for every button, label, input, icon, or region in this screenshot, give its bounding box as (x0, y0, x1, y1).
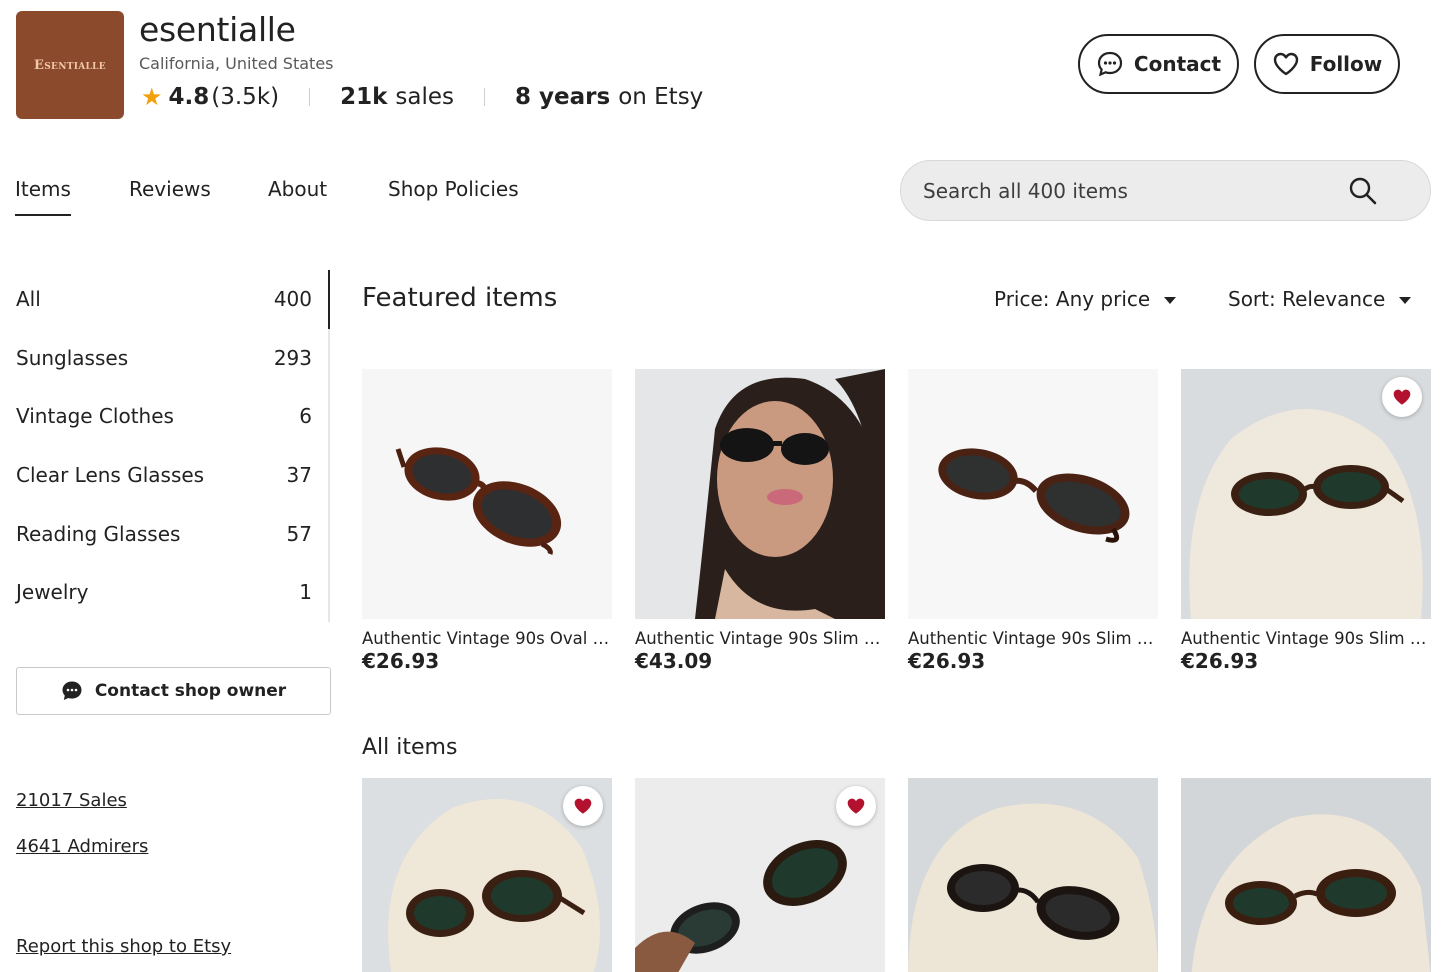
listing-image[interactable] (635, 369, 885, 619)
category-list: All 400 Sunglasses 293 Vintage Clothes 6… (16, 270, 330, 622)
listing-image[interactable] (908, 369, 1158, 619)
heart-outline-icon (1273, 52, 1298, 76)
category-sunglasses[interactable]: Sunglasses 293 (16, 329, 328, 388)
listing-title[interactable]: Authentic Vintage 90s Slim T... (1181, 629, 1431, 648)
admirers-link[interactable]: 4641 Admirers (16, 836, 148, 857)
listing-image[interactable] (362, 778, 612, 972)
listing-image[interactable] (908, 778, 1158, 972)
category-label: Vintage Clothes (16, 404, 174, 429)
listing-title[interactable]: Authentic Vintage 90s Slim B... (635, 629, 885, 648)
category-label: Jewelry (16, 580, 89, 605)
listing-card[interactable]: Authentic Vintage 90s Slim B... €43.09 (635, 369, 885, 673)
price-filter-dropdown[interactable]: Price: Any price (994, 287, 1177, 311)
listing-card[interactable]: Authentic Vintage 90s Slim T... €26.93 (908, 369, 1158, 673)
heart-filled-icon (1393, 389, 1411, 405)
category-vintage-clothes[interactable]: Vintage Clothes 6 (16, 387, 328, 446)
sort-label: Sort: Relevance (1228, 287, 1386, 311)
shop-name: esentialle (139, 10, 296, 49)
listing-image[interactable] (635, 778, 885, 972)
contact-shop-owner-button[interactable]: Contact shop owner (16, 667, 331, 715)
listing-image[interactable] (1181, 369, 1431, 619)
search-icon[interactable] (1348, 176, 1378, 206)
category-count: 37 (286, 463, 312, 488)
contact-button[interactable]: Contact (1078, 34, 1239, 94)
contact-shop-owner-label: Contact shop owner (94, 681, 287, 701)
favorite-button[interactable] (563, 786, 603, 826)
stats-divider (309, 88, 311, 106)
shop-stats: ★ 4.8 (3.5k) 21k sales 8 years on Etsy (141, 82, 703, 112)
shop-logo[interactable]: Esentialle (16, 11, 124, 119)
shop-logo-text: Esentialle (34, 57, 106, 73)
favorite-button[interactable] (1382, 377, 1422, 417)
price-filter-label: Price: Any price (994, 287, 1151, 311)
rating-value: 4.8 (168, 84, 210, 110)
listing-image[interactable] (1181, 778, 1431, 972)
star-icon: ★ (141, 83, 163, 111)
chat-bubble-icon (62, 681, 82, 700)
listing-card[interactable]: Authentic Vintage 90s Slim T... €26.93 (1181, 369, 1431, 673)
shop-location: California, United States (139, 54, 334, 73)
years-label: on Etsy (618, 84, 704, 110)
listing-image[interactable] (362, 369, 612, 619)
contact-button-label: Contact (1133, 52, 1222, 76)
category-count: 6 (299, 404, 312, 429)
category-clear-lens-glasses[interactable]: Clear Lens Glasses 37 (16, 446, 328, 505)
listing-title[interactable]: Authentic Vintage 90s Oval T... (362, 629, 612, 648)
chat-bubble-icon (1097, 51, 1123, 77)
heart-filled-icon (847, 798, 865, 814)
category-label: All (16, 287, 41, 312)
tab-shop-policies[interactable]: Shop Policies (388, 177, 519, 201)
tab-reviews[interactable]: Reviews (129, 177, 211, 201)
listing-card[interactable] (908, 778, 1158, 972)
category-count: 57 (286, 521, 312, 546)
report-shop-link[interactable]: Report this shop to Etsy (16, 936, 231, 957)
listing-card[interactable]: Authentic Vintage 90s Oval T... €26.93 (362, 369, 612, 673)
category-count: 1 (299, 580, 312, 605)
listing-price: €26.93 (908, 649, 986, 673)
caret-down-icon (1164, 297, 1177, 304)
category-count: 293 (273, 345, 312, 370)
search-bar (900, 160, 1431, 221)
listing-title[interactable]: Authentic Vintage 90s Slim T... (908, 629, 1158, 648)
tab-about[interactable]: About (268, 177, 327, 201)
category-label: Sunglasses (16, 345, 129, 370)
sales-link[interactable]: 21017 Sales (16, 790, 127, 811)
featured-items-heading: Featured items (362, 283, 558, 313)
stats-divider (484, 88, 486, 106)
category-label: Clear Lens Glasses (16, 463, 205, 488)
listing-card[interactable] (362, 778, 612, 972)
listing-card[interactable] (635, 778, 885, 972)
tab-items[interactable]: Items (15, 177, 71, 216)
review-count[interactable]: (3.5k) (211, 84, 279, 110)
listing-card[interactable] (1181, 778, 1431, 972)
search-input[interactable] (923, 178, 1343, 203)
category-label: Reading Glasses (16, 521, 181, 546)
sales-label: sales (395, 84, 455, 110)
category-jewelry[interactable]: Jewelry 1 (16, 563, 328, 622)
category-count: 400 (273, 287, 312, 312)
all-items-heading: All items (362, 735, 458, 760)
follow-button-label: Follow (1309, 52, 1383, 76)
caret-down-icon (1399, 297, 1412, 304)
category-reading-glasses[interactable]: Reading Glasses 57 (16, 504, 328, 563)
favorite-button[interactable] (836, 786, 876, 826)
sales-count: 21k (340, 84, 388, 110)
listing-price: €26.93 (1181, 649, 1259, 673)
heart-filled-icon (574, 798, 592, 814)
listing-price: €26.93 (362, 649, 440, 673)
years-count: 8 years (515, 84, 611, 110)
category-all[interactable]: All 400 (16, 270, 330, 329)
follow-button[interactable]: Follow (1254, 34, 1400, 94)
listing-price: €43.09 (635, 649, 713, 673)
sort-dropdown[interactable]: Sort: Relevance (1228, 287, 1412, 311)
